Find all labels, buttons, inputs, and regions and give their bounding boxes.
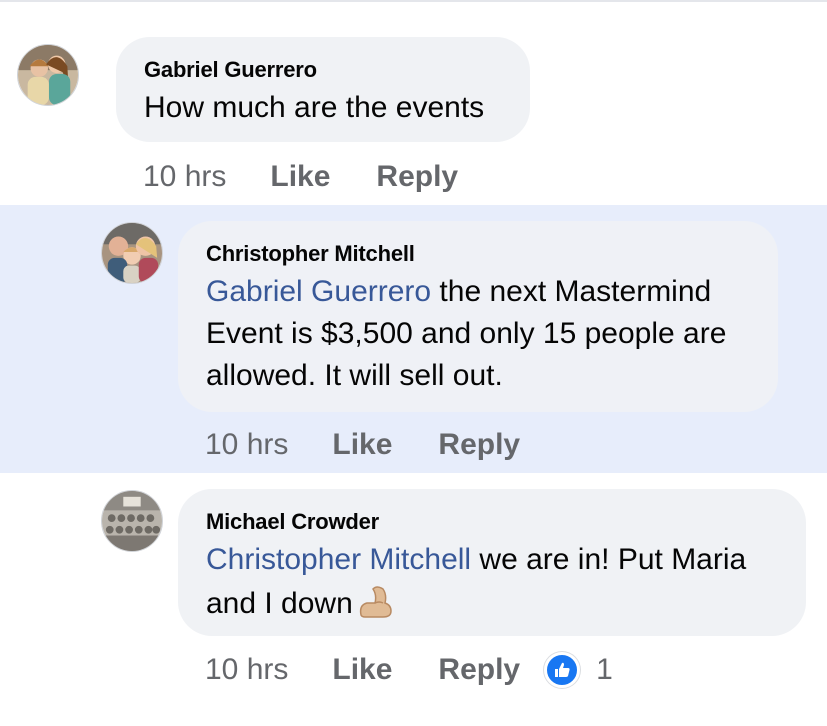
avatar[interactable] (17, 44, 79, 106)
timestamp[interactable]: 10 hrs (205, 653, 288, 687)
family-photo-avatar-icon (18, 45, 78, 105)
mention-link[interactable]: Christopher Mitchell (206, 543, 471, 576)
author-name[interactable]: Christopher Mitchell (206, 241, 750, 267)
comment-michael: Michael Crowder Christopher Mitchell we … (0, 473, 827, 726)
comment-text-line1: the next Mastermind (431, 275, 712, 308)
comment-bubble: Christopher Mitchell Gabriel Guerrero th… (178, 221, 778, 412)
comment-actions: 10 hrs Like Reply (143, 157, 458, 197)
reply-button[interactable]: Reply (376, 160, 458, 194)
comment-actions: 10 hrs Like Reply (205, 425, 520, 465)
comment-text: How much are the events (144, 91, 485, 124)
comment-bubble: Gabriel Guerrero How much are the events (116, 37, 530, 142)
comment-text-line3: allowed. It will sell out. (206, 359, 503, 392)
comment-actions: 10 hrs Like Reply 1 (205, 650, 613, 690)
reaction-summary[interactable]: 1 (544, 652, 613, 688)
comment-bubble: Michael Crowder Christopher Mitchell we … (178, 489, 806, 636)
thumbs-up-icon (544, 652, 581, 688)
like-button[interactable]: Like (332, 653, 392, 687)
author-name[interactable]: Michael Crowder (206, 509, 778, 535)
group-photo-avatar-icon (102, 491, 162, 551)
timestamp[interactable]: 10 hrs (143, 160, 226, 194)
comment-text-line2: Event is $3,500 and only 15 people are (206, 317, 727, 350)
reply-button[interactable]: Reply (438, 653, 520, 687)
comment-text-line2: and I down (206, 587, 353, 620)
comment-text: Christopher Mitchell we are in! Put Mari… (206, 539, 778, 625)
flexed-biceps-icon (355, 581, 395, 621)
comment-text: Gabriel Guerrero the next Mastermind Eve… (206, 271, 750, 397)
mention-link[interactable]: Gabriel Guerrero (206, 275, 431, 308)
reaction-count: 1 (596, 653, 613, 686)
avatar[interactable] (101, 490, 163, 552)
avatar[interactable] (101, 222, 163, 284)
reply-button[interactable]: Reply (438, 428, 520, 462)
comment-text-line1: we are in! Put Maria (471, 543, 747, 576)
like-button[interactable]: Like (270, 160, 330, 194)
family-photo-avatar-icon (102, 223, 162, 283)
timestamp[interactable]: 10 hrs (205, 428, 288, 462)
author-name[interactable]: Gabriel Guerrero (144, 57, 502, 83)
comment-christopher: Christopher Mitchell Gabriel Guerrero th… (0, 205, 827, 473)
like-button[interactable]: Like (332, 428, 392, 462)
comment-gabriel: Gabriel Guerrero How much are the events… (0, 0, 827, 205)
